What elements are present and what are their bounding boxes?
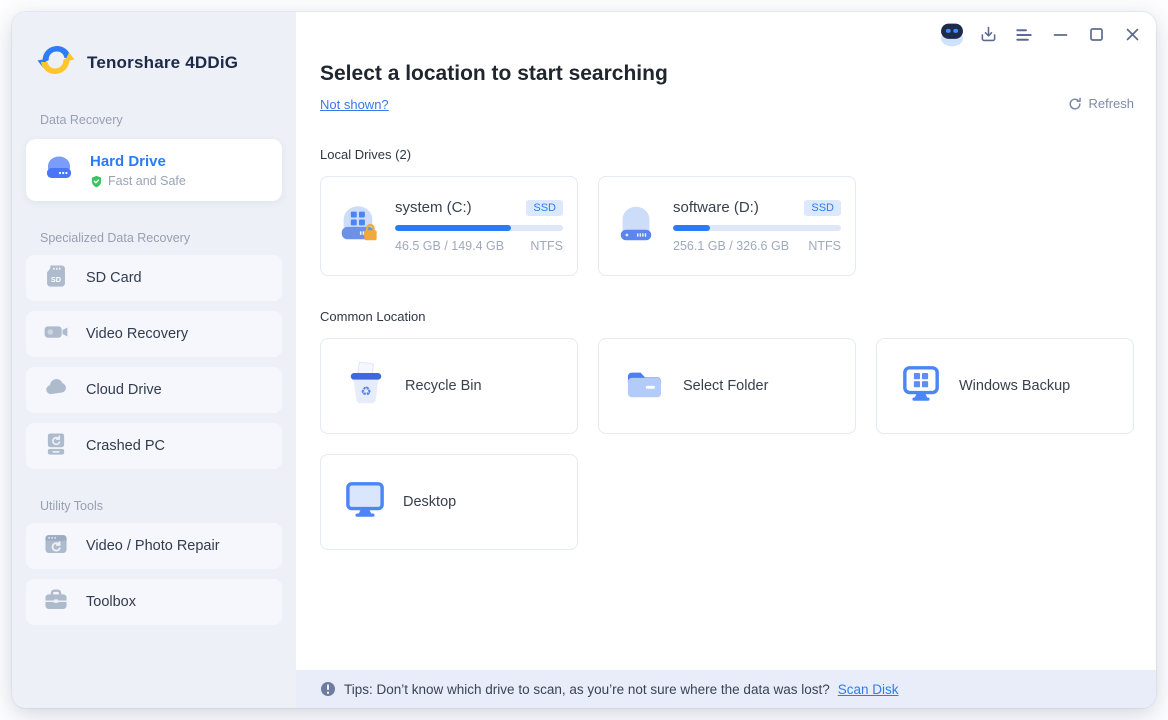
drive-name: system (C:): [395, 199, 472, 216]
location-card-select-folder[interactable]: Select Folder: [598, 338, 856, 434]
sidebar-item-label: Cloud Drive: [86, 382, 162, 398]
tips-bar: Tips: Don’t know which drive to scan, as…: [296, 670, 1156, 708]
location-label: Desktop: [403, 494, 456, 510]
page-title: Select a location to start searching: [320, 62, 1136, 86]
tips-text: Tips: Don’t know which drive to scan, as…: [344, 682, 830, 697]
drive-card-software-d[interactable]: software (D:) SSD 256.1 GB / 326.6 GB NT…: [598, 176, 856, 276]
hard-drive-label: Hard Drive: [90, 152, 186, 171]
drive-usage-bar: [395, 225, 563, 231]
location-card-recycle-bin[interactable]: ♻ Recycle Bin: [320, 338, 578, 434]
maximize-button[interactable]: [1082, 24, 1110, 50]
app-title: Tenorshare 4DDiG: [87, 53, 238, 73]
sidebar-item-toolbox[interactable]: Toolbox: [26, 579, 282, 625]
shield-check-icon: [90, 175, 103, 188]
local-drives-list: system (C:) SSD 46.5 GB / 149.4 GB NTFS: [320, 176, 1136, 276]
sd-card-icon: SD: [43, 263, 69, 294]
desktop-monitor-icon: [345, 480, 385, 524]
refresh-button[interactable]: Refresh: [1068, 96, 1134, 111]
drive-usage-bar: [673, 225, 841, 231]
windows-backup-icon: [901, 364, 941, 408]
drive-usage-text: 256.1 GB / 326.6 GB: [673, 239, 789, 253]
drive-card-system-c[interactable]: system (C:) SSD 46.5 GB / 149.4 GB NTFS: [320, 176, 578, 276]
ssd-badge: SSD: [526, 200, 563, 216]
section-label-utility: Utility Tools: [12, 499, 296, 513]
minimize-icon: [1053, 27, 1068, 47]
sidebar-item-label: Video / Photo Repair: [86, 538, 220, 554]
drive-name: software (D:): [673, 199, 759, 216]
menu-button[interactable]: [1010, 24, 1038, 50]
hard-drive-sublabel: Fast and Safe: [108, 174, 186, 188]
sidebar-item-label: Video Recovery: [86, 326, 188, 342]
close-button[interactable]: [1118, 24, 1146, 50]
sidebar-item-video-photo-repair[interactable]: Video / Photo Repair: [26, 523, 282, 569]
drive-usage-bar-fill: [395, 225, 511, 231]
svg-text:SD: SD: [51, 275, 61, 284]
location-label: Recycle Bin: [405, 378, 482, 394]
drive-usage-bar-fill: [673, 225, 710, 231]
download-icon: [978, 24, 999, 50]
sidebar-item-label: SD Card: [86, 270, 142, 286]
app-logo-icon: [36, 42, 76, 83]
svg-text:♻: ♻: [360, 383, 371, 398]
sidebar-item-crashed-pc[interactable]: Crashed PC: [26, 423, 282, 469]
common-location-list: ♻ Recycle Bin Select Folder: [320, 338, 1136, 550]
drive-usage-text: 46.5 GB / 149.4 GB: [395, 239, 504, 253]
toolbox-icon: [43, 587, 69, 618]
location-card-windows-backup[interactable]: Windows Backup: [876, 338, 1134, 434]
video-camera-icon: [43, 319, 69, 350]
ssd-badge: SSD: [804, 200, 841, 216]
sidebar-item-label: Toolbox: [86, 594, 136, 610]
hard-drive-icon: [42, 153, 76, 188]
sidebar-item-hard-drive[interactable]: Hard Drive Fast and Safe: [26, 139, 282, 201]
drive-filesystem: NTFS: [530, 239, 563, 253]
info-icon: [320, 681, 336, 697]
software-drive-icon: [613, 202, 659, 251]
app-window: Tenorshare 4DDiG Data Recovery Hard Driv…: [12, 12, 1156, 708]
section-label-specialized: Specialized Data Recovery: [12, 231, 296, 245]
local-drives-label: Local Drives (2): [320, 147, 1136, 162]
refresh-icon: [1068, 97, 1082, 111]
common-location-label: Common Location: [320, 309, 1136, 324]
drive-filesystem: NTFS: [808, 239, 841, 253]
sidebar-item-cloud-drive[interactable]: Cloud Drive: [26, 367, 282, 413]
system-drive-icon: [335, 202, 381, 251]
crashed-pc-icon: [43, 431, 69, 462]
maximize-icon: [1089, 27, 1104, 47]
section-label-data-recovery: Data Recovery: [12, 113, 296, 127]
recycle-bin-icon: ♻: [345, 362, 387, 411]
refresh-label: Refresh: [1088, 96, 1134, 111]
location-label: Windows Backup: [959, 378, 1070, 394]
repair-window-icon: [43, 531, 69, 562]
not-shown-link[interactable]: Not shown?: [320, 97, 389, 112]
sidebar-item-label: Crashed PC: [86, 438, 165, 454]
menu-icon: [1015, 27, 1034, 48]
main-panel: Refresh Select a location to start searc…: [296, 12, 1156, 708]
app-logo-row: Tenorshare 4DDiG: [12, 12, 296, 83]
minimize-button[interactable]: [1046, 24, 1074, 50]
location-label: Select Folder: [683, 378, 768, 394]
assistant-bot-button[interactable]: [938, 24, 966, 50]
sidebar: Tenorshare 4DDiG Data Recovery Hard Driv…: [12, 12, 296, 708]
close-icon: [1125, 27, 1140, 47]
bot-icon: [938, 22, 966, 52]
window-controls: [938, 24, 1146, 50]
sidebar-item-video-recovery[interactable]: Video Recovery: [26, 311, 282, 357]
download-button[interactable]: [974, 24, 1002, 50]
scan-disk-link[interactable]: Scan Disk: [838, 682, 899, 697]
folder-icon: [623, 366, 665, 407]
sidebar-item-sd-card[interactable]: SD SD Card: [26, 255, 282, 301]
location-card-desktop[interactable]: Desktop: [320, 454, 578, 550]
cloud-icon: [43, 375, 69, 406]
